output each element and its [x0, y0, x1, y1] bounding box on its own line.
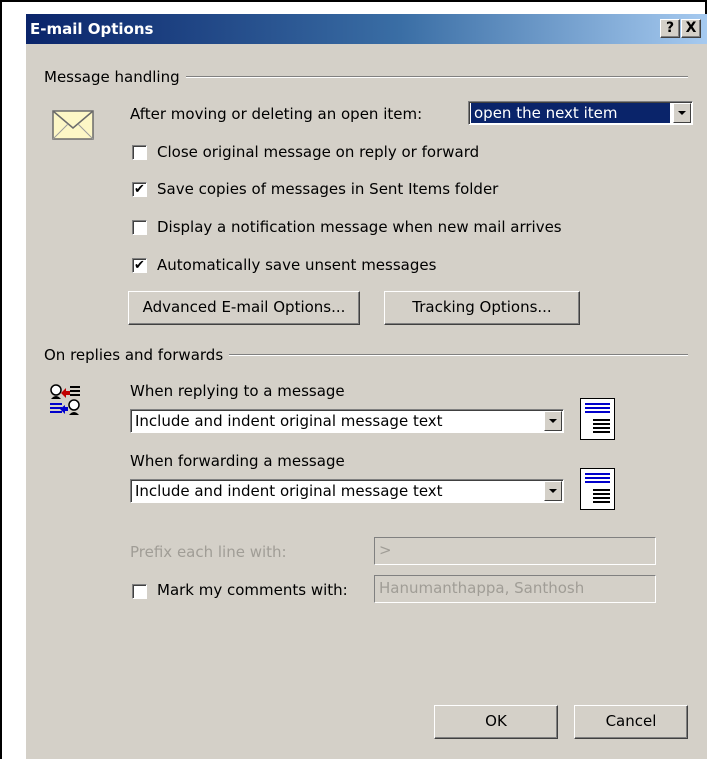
prefix-label: Prefix each line with: [130, 543, 287, 561]
chevron-down-icon[interactable] [544, 481, 562, 501]
email-options-dialog: E-mail Options ? X Message handling Afte… [24, 14, 707, 759]
close-original-label: Close original message on reply or forwa… [157, 143, 480, 161]
close-original-checkbox[interactable] [132, 145, 147, 160]
notification-checkbox[interactable] [132, 220, 147, 235]
help-button[interactable]: ? [660, 19, 680, 38]
notification-label: Display a notification message when new … [157, 218, 562, 236]
mark-comments-field: Hanumanthappa, Santhosh [374, 575, 656, 603]
autosave-checkbox[interactable]: ✔ [132, 258, 147, 273]
save-copies-label: Save copies of messages in Sent Items fo… [157, 180, 499, 198]
forward-preview-icon [580, 468, 615, 510]
mark-comments-checkbox[interactable] [132, 584, 147, 599]
ok-button[interactable]: OK [434, 705, 558, 739]
advanced-email-options-button[interactable]: Advanced E-mail Options... [128, 291, 360, 325]
reply-preview-icon [580, 398, 615, 440]
title-bar[interactable]: E-mail Options ? X [26, 14, 707, 44]
forwarding-label: When forwarding a message [130, 452, 345, 470]
cancel-button[interactable]: Cancel [574, 705, 688, 739]
reply-forward-people-icon [50, 384, 80, 415]
close-button[interactable]: X [681, 19, 701, 38]
tracking-options-button[interactable]: Tracking Options... [384, 291, 580, 325]
replying-label: When replying to a message [130, 382, 345, 400]
autosave-label: Automatically save unsent messages [157, 256, 437, 274]
save-copies-checkbox[interactable]: ✔ [132, 182, 147, 197]
dialog-title: E-mail Options [30, 20, 154, 38]
prefix-field: > [374, 537, 656, 565]
after-moving-label: After moving or deleting an open item: [130, 105, 423, 123]
after-moving-select[interactable]: open the next item [468, 101, 693, 125]
mark-comments-label: Mark my comments with: [157, 581, 348, 599]
chevron-down-icon[interactable] [544, 411, 562, 431]
envelope-icon [52, 110, 94, 140]
chevron-down-icon[interactable] [673, 103, 691, 123]
forwarding-value: Include and indent original message text [135, 482, 443, 500]
replying-value: Include and indent original message text [135, 412, 443, 430]
forwarding-select[interactable]: Include and indent original message text [130, 479, 564, 503]
replies-label: On replies and forwards [44, 346, 230, 364]
after-moving-value: open the next item [471, 103, 670, 123]
replying-select[interactable]: Include and indent original message text [130, 409, 564, 433]
message-handling-label: Message handling [44, 68, 186, 86]
